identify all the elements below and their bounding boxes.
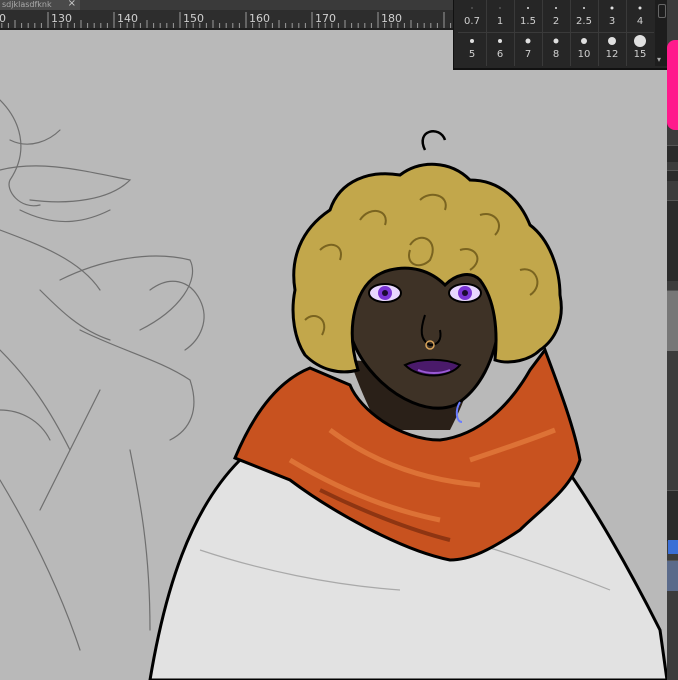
ruler-label: 170: [315, 12, 336, 25]
brush-dot-icon: [638, 6, 642, 10]
brush-dot-icon: [583, 7, 585, 9]
brush-size-preset[interactable]: 2: [542, 0, 570, 32]
brush-dot-icon: [555, 7, 557, 9]
brush-size-label: 3: [608, 16, 616, 27]
horizontal-ruler: 120 130 140 150 160 170 180: [0, 10, 455, 29]
ruler-ticks: 120 130 140 150 160 170 180: [0, 12, 452, 28]
brush-size-label: 1.5: [520, 16, 536, 27]
dock-tab[interactable]: [667, 145, 678, 162]
brush-size-preset[interactable]: 4: [626, 0, 654, 32]
ruler-label: 180: [381, 12, 402, 25]
brush-size-label: 1: [496, 16, 504, 27]
brush-size-label: 4: [636, 16, 644, 27]
close-icon[interactable]: ×: [68, 0, 76, 9]
ruler-label: 140: [117, 12, 138, 25]
dock-selected-tool[interactable]: [668, 540, 678, 554]
brush-size-preset[interactable]: 1.5: [514, 0, 542, 32]
brush-size-label: 2.5: [576, 16, 592, 27]
scrollbar-thumb[interactable]: [658, 4, 666, 18]
dock-thumbnail[interactable]: [667, 290, 678, 351]
ruler-label: 160: [249, 12, 270, 25]
document-tab-title: sdjklasdfknk: [2, 0, 52, 9]
brush-size-preset[interactable]: 3: [598, 0, 626, 32]
brush-dot-icon: [471, 7, 473, 9]
dock-tab[interactable]: [667, 170, 678, 181]
brush-dot-icon: [499, 7, 501, 9]
document-tab[interactable]: sdjklasdfknk ×: [0, 0, 80, 10]
brush-size-preset[interactable]: 2.5: [570, 0, 598, 32]
brush-dot-icon: [527, 7, 529, 9]
color-selector-ring[interactable]: [667, 40, 678, 130]
ruler-label: 120: [0, 12, 6, 25]
brush-size-preset[interactable]: 1: [486, 0, 514, 32]
right-dock-panel: [667, 0, 678, 680]
dock-tab[interactable]: [667, 200, 678, 281]
hair-curl-top: [421, 130, 447, 151]
brush-dot-icon: [610, 6, 614, 10]
brush-size-preset[interactable]: 0.7: [458, 0, 486, 32]
canvas-artwork[interactable]: [0, 30, 667, 680]
dock-layer[interactable]: [667, 560, 678, 591]
dock-tool[interactable]: [667, 490, 678, 541]
brush-size-label: 0.7: [464, 16, 480, 27]
ruler-label: 130: [51, 12, 72, 25]
ruler-label: 150: [183, 12, 204, 25]
brush-size-label: 2: [552, 16, 560, 27]
